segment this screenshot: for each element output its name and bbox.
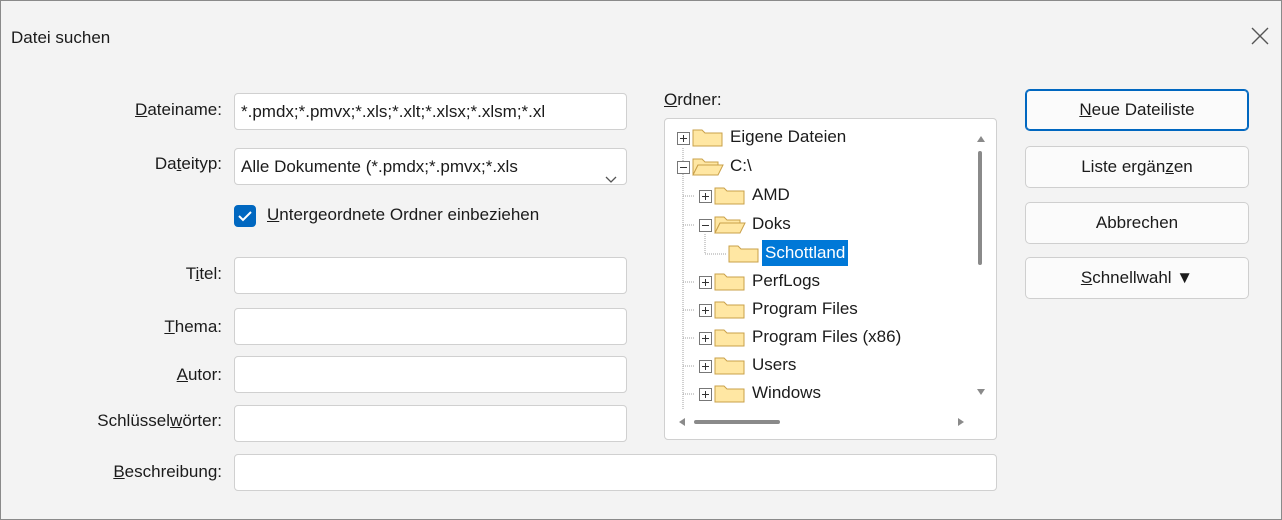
filetype-value: Alle Dokumente (*.pmdx;*.pmvx;*.xls (241, 157, 518, 176)
tree-item-windows[interactable]: Windows (749, 380, 824, 406)
folder-icon (714, 383, 746, 408)
add-to-list-button[interactable]: Liste ergänzen (1025, 146, 1249, 188)
tree-item-program-files[interactable]: Program Files (749, 296, 861, 322)
collapse-minus-icon[interactable] (677, 159, 690, 179)
close-icon[interactable] (1247, 23, 1273, 49)
find-file-dialog: Datei suchen Dateiname: *.pmdx;*.pmvx;*.… (0, 0, 1282, 520)
tree-item-c-drive[interactable]: C:\ (727, 153, 755, 179)
expand-plus-icon[interactable] (699, 386, 712, 406)
subfolders-label[interactable]: Untergeordnete Ordner einbeziehen (267, 205, 539, 225)
tree-item-schottland[interactable]: Schottland (762, 240, 849, 266)
filetype-select[interactable]: Alle Dokumente (*.pmdx;*.pmvx;*.xls (234, 148, 627, 185)
folder-icon (714, 355, 746, 380)
open-folder-icon (692, 156, 724, 181)
folder-icon (714, 327, 746, 352)
expand-plus-icon[interactable] (699, 302, 712, 322)
subject-input[interactable] (234, 308, 627, 345)
checkmark-icon (238, 211, 252, 222)
author-label: Autor: (176, 365, 222, 384)
title-label: Titel: (185, 264, 222, 283)
expand-plus-icon[interactable] (699, 274, 712, 294)
filename-label: Dateiname: (135, 100, 222, 119)
keywords-label: Schlüsselwörter: (97, 411, 222, 430)
collapse-minus-icon[interactable] (699, 217, 712, 237)
expand-plus-icon[interactable] (699, 358, 712, 378)
new-file-list-button[interactable]: Neue Dateiliste (1025, 89, 1249, 131)
expand-plus-icon[interactable] (699, 188, 712, 208)
tree-item-program-files-x86[interactable]: Program Files (x86) (749, 324, 904, 350)
tree-item-eigene-dateien[interactable]: Eigene Dateien (727, 124, 849, 150)
filename-input[interactable]: *.pmdx;*.pmvx;*.xls;*.xlt;*.xlsx;*.xlsm;… (234, 93, 627, 130)
filetype-label: Dateityp: (154, 154, 222, 173)
subfolders-checkbox[interactable] (234, 205, 256, 227)
tree-item-perflogs[interactable]: PerfLogs (749, 268, 823, 294)
filename-value: *.pmdx;*.pmvx;*.xls;*.xlt;*.xlsx;*.xlsm;… (241, 102, 546, 121)
folder-icon (692, 127, 724, 152)
author-input[interactable] (234, 356, 627, 393)
cancel-button[interactable]: Abbrechen (1025, 202, 1249, 244)
folder-icon (714, 271, 746, 296)
open-folder-icon (714, 214, 746, 239)
tree-item-users[interactable]: Users (749, 352, 799, 378)
folders-label: Ordner: (664, 90, 722, 109)
title-input[interactable] (234, 257, 627, 294)
expand-plus-icon[interactable] (677, 130, 690, 150)
keywords-input[interactable] (234, 405, 627, 442)
subject-label: Thema: (164, 317, 222, 336)
vertical-scrollbar[interactable] (974, 133, 988, 395)
tree-item-doks[interactable]: Doks (749, 211, 794, 237)
description-input[interactable] (234, 454, 997, 491)
tree-item-amd[interactable]: AMD (749, 182, 793, 208)
folder-icon (728, 243, 760, 268)
quick-select-button[interactable]: Schnellwahl ▼ (1025, 257, 1249, 299)
description-label: Beschreibung: (113, 462, 222, 481)
title-bar: Datei suchen (1, 1, 1281, 59)
folder-icon (714, 299, 746, 324)
expand-plus-icon[interactable] (699, 330, 712, 350)
folder-icon (714, 185, 746, 210)
chevron-down-icon (605, 161, 617, 184)
folder-tree[interactable]: Eigene Dateien C:\ AMD Doks Schottland P… (664, 118, 997, 440)
window-title: Datei suchen (11, 28, 111, 47)
horizontal-scrollbar[interactable] (675, 415, 967, 429)
